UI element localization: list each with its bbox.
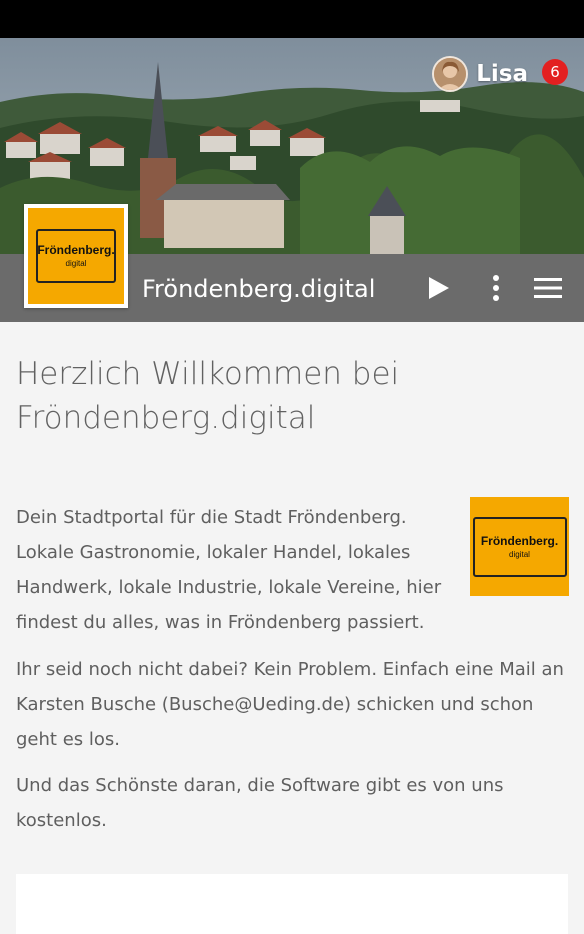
main-content: Herzlich Willkommen bei Fröndenberg.digi… xyxy=(16,322,568,831)
town-sign: Fröndenberg. digital xyxy=(35,229,117,283)
notification-badge[interactable]: 6 xyxy=(542,59,568,85)
more-vert-icon[interactable] xyxy=(476,268,516,308)
logo-background: Fröndenberg. digital xyxy=(28,208,124,304)
menu-icon[interactable] xyxy=(528,268,568,308)
app-logo[interactable]: Fröndenberg. digital xyxy=(24,204,128,308)
content-logo-subtitle: digital xyxy=(509,549,530,559)
page-title: Herzlich Willkommen bei Fröndenberg.digi… xyxy=(16,356,400,436)
intro-paragraph: Dein Stadtportal für die Stadt Fröndenbe… xyxy=(16,507,442,633)
logo-subtitle: digital xyxy=(65,259,87,268)
play-icon[interactable] xyxy=(418,268,458,308)
content-card xyxy=(16,874,568,934)
user-name[interactable]: Lisa xyxy=(476,61,528,87)
free-software-paragraph: Und das Schönste daran, die Software gib… xyxy=(16,775,504,831)
logo-title: Fröndenberg. xyxy=(37,243,115,257)
content-logo-title: Fröndenberg. xyxy=(480,533,559,548)
app-title: Fröndenberg.digital xyxy=(142,275,376,303)
content-town-sign: Fröndenberg. digital xyxy=(472,516,567,577)
user-chip[interactable]: Lisa 6 xyxy=(432,54,568,94)
status-bar xyxy=(0,0,584,38)
signup-paragraph: Ihr seid noch nicht dabei? Kein Problem.… xyxy=(16,659,564,750)
content-logo-image: Fröndenberg. digital xyxy=(470,497,569,596)
avatar[interactable] xyxy=(432,56,469,92)
